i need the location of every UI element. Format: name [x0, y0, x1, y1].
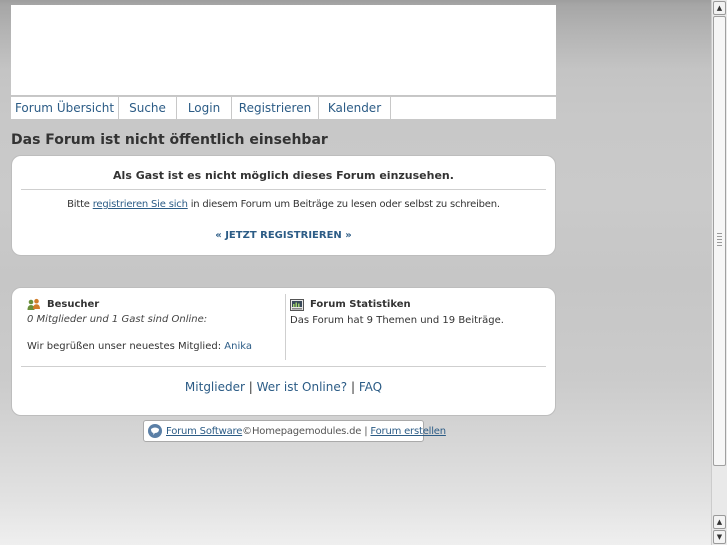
statistics-summary: Das Forum hat 9 Themen und 19 Beiträge. [290, 315, 504, 326]
scroll-up-button[interactable]: ▲ [713, 1, 726, 15]
scrollbar-thumb[interactable] [713, 16, 726, 466]
faq-link[interactable]: FAQ [359, 380, 382, 394]
users-icon [27, 298, 41, 311]
statistics-title: Forum Statistiken [310, 299, 411, 310]
stats-icon [290, 298, 304, 311]
nav-register[interactable]: Registrieren [232, 97, 319, 119]
column-divider [285, 294, 286, 360]
nav-search[interactable]: Suche [119, 97, 177, 119]
visitors-heading: Besucher [27, 297, 282, 312]
credit-owner: ©Homepagemodules.de [242, 425, 362, 437]
guest-notice-heading: Als Gast ist es nicht möglich dieses For… [113, 169, 454, 182]
page-title: Das Forum ist nicht öffentlich einsehbar [11, 132, 328, 148]
online-count-text: 0 Mitglieder und 1 Gast sind Online: [27, 314, 208, 325]
statistics-heading: Forum Statistiken [290, 297, 545, 312]
nav-calendar[interactable]: Kalender [319, 97, 391, 119]
create-forum-link[interactable]: Forum erstellen [370, 426, 446, 437]
guest-notice-divider [21, 189, 546, 190]
main-nav: Forum Übersicht Suche Login Registrieren… [11, 96, 556, 119]
footer-links: Mitglieder | Wer ist Online? | FAQ [12, 380, 555, 394]
who-is-online-link[interactable]: Wer ist Online? [257, 380, 347, 394]
info-card-divider [21, 366, 546, 367]
forum-logo-icon [147, 423, 163, 439]
forum-info-card: Besucher 0 Mitglieder und 1 Gast sind On… [11, 287, 556, 416]
scroll-up-button-lower[interactable]: ▲ [713, 515, 726, 529]
footer-separator: | [248, 380, 253, 394]
register-now-link[interactable]: « JETZT REGISTRIEREN » [12, 230, 555, 241]
newest-member-link[interactable]: Anika [224, 341, 252, 352]
vertical-scrollbar[interactable]: ▲ ▲ ▼ [711, 0, 727, 545]
guest-text-after: in diesem Forum um Beiträge zu lesen ode… [187, 199, 500, 210]
footer-separator: | [350, 380, 355, 394]
scrollbar-grip-icon [717, 233, 722, 247]
statistics-section: Forum Statistiken Das Forum hat 9 Themen… [290, 297, 545, 326]
software-credit-bar: Forum Software ©Homepagemodules.de | For… [143, 420, 446, 442]
nav-forum-overview[interactable]: Forum Übersicht [11, 97, 119, 119]
welcome-text: Wir begrüßen unser neuestes Mitglied: [27, 341, 225, 352]
credit-separator: | [364, 425, 368, 437]
guest-notice-card: Als Gast ist es nicht möglich dieses For… [11, 155, 556, 256]
header-banner [11, 5, 556, 95]
newest-member-line: Wir begrüßen unser neuestes Mitglied: An… [27, 341, 252, 352]
scroll-down-button[interactable]: ▼ [713, 530, 726, 544]
visitors-title: Besucher [47, 299, 100, 310]
forum-software-link[interactable]: Forum Software [166, 426, 242, 437]
visitors-section: Besucher 0 Mitglieder und 1 Gast sind On… [27, 297, 282, 325]
guest-text-before: Bitte [67, 199, 93, 210]
register-inline-link[interactable]: registrieren Sie sich [93, 199, 188, 210]
members-link[interactable]: Mitglieder [185, 380, 245, 394]
nav-login[interactable]: Login [177, 97, 232, 119]
guest-notice-text: Bitte registrieren Sie sich in diesem Fo… [12, 199, 555, 210]
